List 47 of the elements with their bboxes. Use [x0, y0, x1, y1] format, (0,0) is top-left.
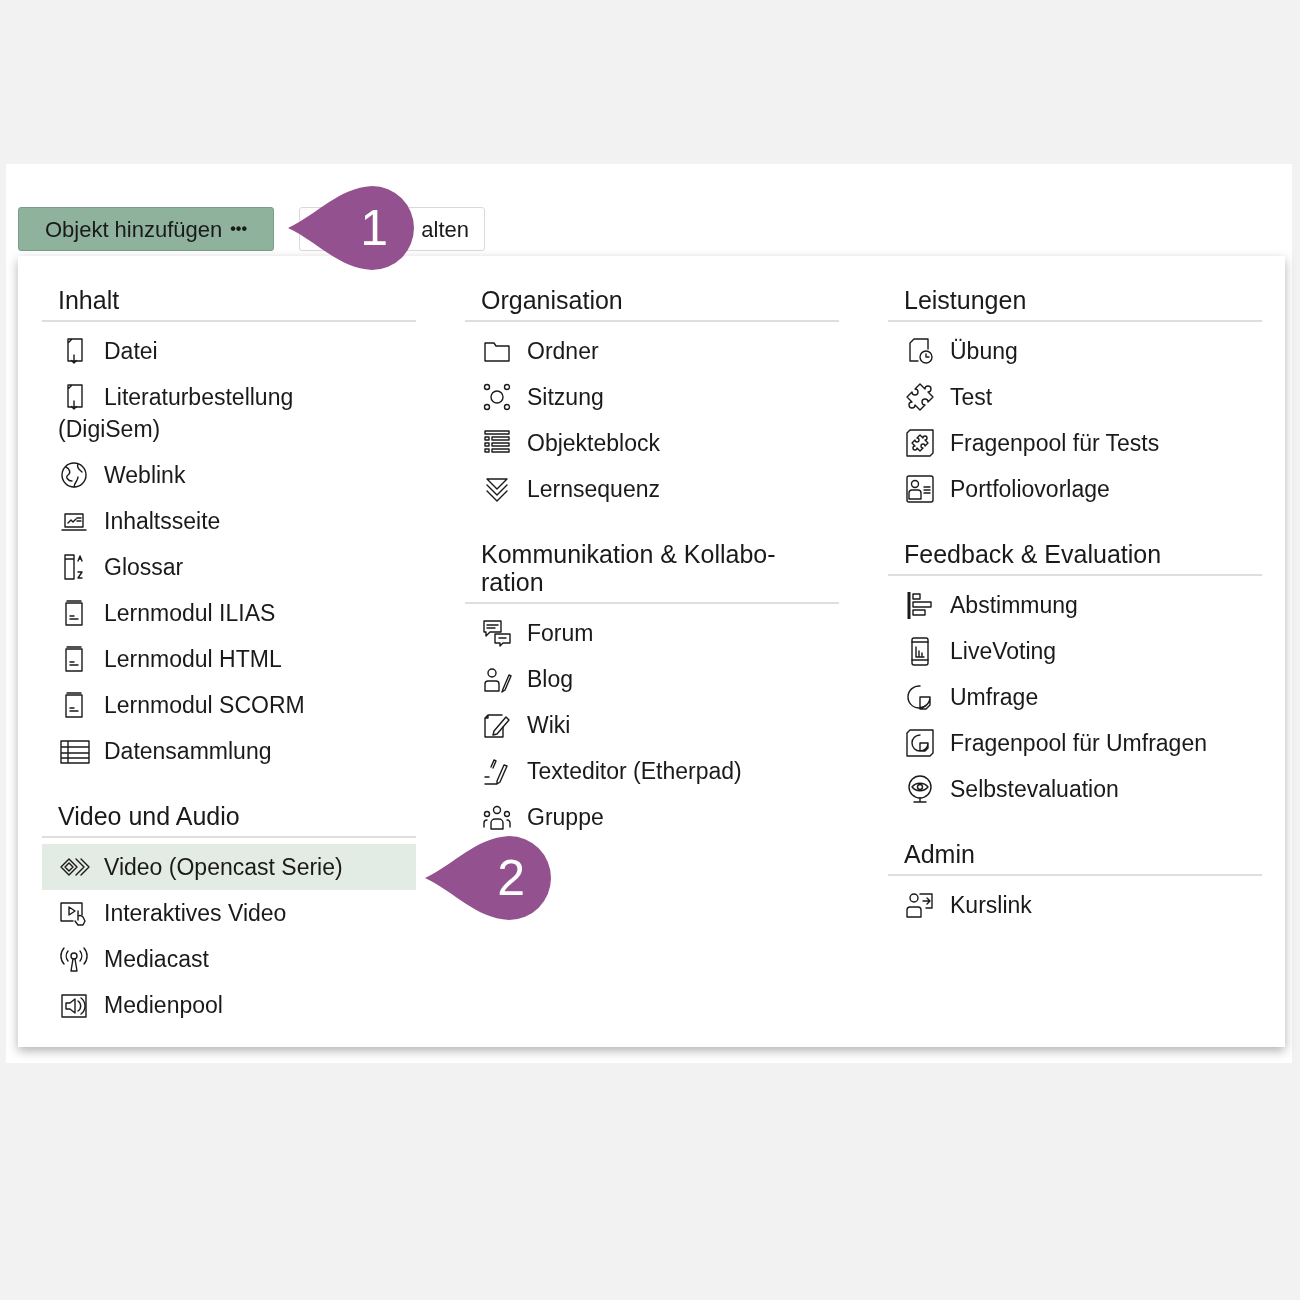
menu-item[interactable]: Ordner: [465, 328, 839, 374]
section-heading: Video und Audio: [42, 802, 416, 838]
id-card-icon: [904, 473, 936, 505]
add-object-button[interactable]: Objekt hinzufügen •••: [18, 207, 274, 251]
menu-item[interactable]: Lernmodul HTML: [42, 636, 416, 682]
section-heading: Kommunikation & Kollabo-ration: [465, 540, 839, 604]
menu-item[interactable]: Selbstevaluation: [888, 766, 1262, 812]
section-heading: Admin: [888, 840, 1262, 876]
menu-item[interactable]: Datei: [42, 328, 416, 374]
menu-item[interactable]: Lernmodul ILIAS: [42, 590, 416, 636]
menu-item[interactable]: LiveVoting: [888, 628, 1262, 674]
menu-item[interactable]: Übung: [888, 328, 1262, 374]
menu-item[interactable]: Kurslink: [888, 882, 1262, 928]
menu-item[interactable]: Medienpool: [42, 982, 416, 1028]
menu-item[interactable]: Inhaltsseite: [42, 498, 416, 544]
globe-icon: [58, 459, 90, 491]
menu-item[interactable]: Umfrage: [888, 674, 1262, 720]
menu-item[interactable]: Objekteblock: [465, 420, 839, 466]
menu-item[interactable]: Literaturbestellung (DigiSem): [42, 374, 416, 452]
circles-icon: [481, 381, 513, 413]
menu-item[interactable]: Video (Opencast Serie): [42, 844, 416, 890]
section-heading: Organisation: [465, 286, 839, 322]
menu-item[interactable]: Glossar: [42, 544, 416, 590]
menu-item[interactable]: Portfoliovorlage: [888, 466, 1262, 512]
section-heading: Feedback & Evaluation: [888, 540, 1262, 576]
menu-item[interactable]: Mediacast: [42, 936, 416, 982]
menu-item[interactable]: Lernmodul SCORM: [42, 682, 416, 728]
speech-bubbles-icon: [481, 617, 513, 649]
section-heading: Leistungen: [888, 286, 1262, 322]
puzzle-icon: [904, 381, 936, 413]
menu-item[interactable]: Lernsequenz: [465, 466, 839, 512]
puzzle-box-icon: [904, 427, 936, 459]
menu-item[interactable]: Blog: [465, 656, 839, 702]
section-heading: Inhalt: [42, 286, 416, 322]
menu-item[interactable]: Gruppe: [465, 794, 839, 840]
menu-item[interactable]: Test: [888, 374, 1262, 420]
menu-item[interactable]: Interaktives Video: [42, 890, 416, 936]
menu-item[interactable]: Forum: [465, 610, 839, 656]
menu-item[interactable]: Weblink: [42, 452, 416, 498]
menu-item[interactable]: Sitzung: [465, 374, 839, 420]
menu-item[interactable]: Datensammlung: [42, 728, 416, 774]
menu-item[interactable]: Abstimmung: [888, 582, 1262, 628]
menu-item[interactable]: Fragenpool für Umfragen: [888, 720, 1262, 766]
menu-item[interactable]: Texteditor (Etherpad): [465, 748, 839, 794]
pie-chart-box-icon: [904, 727, 936, 759]
menu-item[interactable]: Wiki: [465, 702, 839, 748]
menu-item[interactable]: Fragenpool für Tests: [888, 420, 1262, 466]
